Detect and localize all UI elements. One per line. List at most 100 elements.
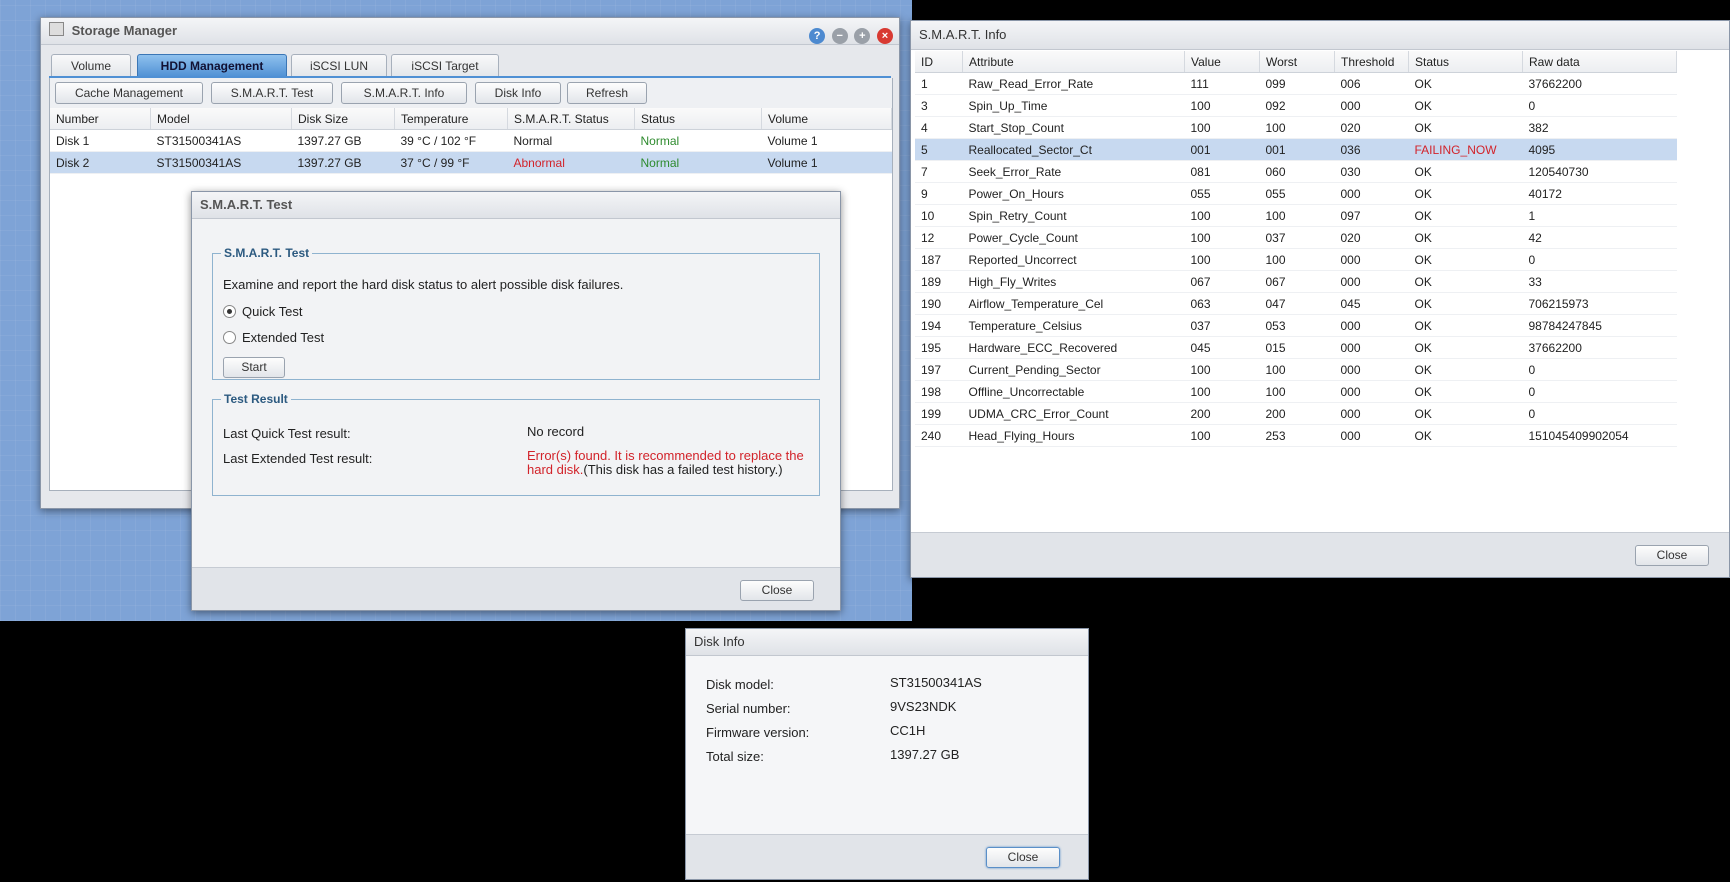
table-row[interactable]: 198 Offline_Uncorrectable 100 100 000 OK 0 bbox=[915, 380, 1677, 403]
table-row[interactable]: 5 Reallocated_Sector_Ct 001 001 036 FAILING_N… bbox=[915, 138, 1677, 161]
column-model[interactable]: Model bbox=[150, 108, 292, 130]
cell-raw-data: 42 bbox=[1522, 226, 1677, 249]
column-id[interactable]: ID bbox=[915, 51, 963, 73]
column-volume[interactable]: Volume bbox=[761, 108, 892, 130]
column-number[interactable]: Number bbox=[50, 108, 151, 130]
maximize-icon[interactable]: + bbox=[854, 28, 871, 44]
cell-threshold: 000 bbox=[1334, 358, 1409, 381]
table-row[interactable]: 3 Spin_Up_Time 100 092 000 OK 0 bbox=[915, 94, 1677, 117]
cell-number: Disk 2 bbox=[50, 151, 151, 174]
cell-threshold: 000 bbox=[1334, 424, 1409, 447]
cell-raw-data: 0 bbox=[1522, 402, 1677, 425]
cell-worst: 100 bbox=[1259, 248, 1335, 271]
disk-info-button[interactable]: Disk Info bbox=[475, 82, 561, 104]
cell-worst: 060 bbox=[1259, 160, 1335, 183]
table-row[interactable]: 9 Power_On_Hours 055 055 000 OK 40172 bbox=[915, 182, 1677, 205]
table-row[interactable]: 1 Raw_Read_Error_Rate 111 099 006 OK 37662200 bbox=[915, 72, 1677, 95]
cell-smart-status: Normal bbox=[507, 129, 635, 152]
table-row[interactable]: 197 Current_Pending_Sector 100 100 000 OK 0 bbox=[915, 358, 1677, 381]
tab-iscsi-lun[interactable]: iSCSI LUN bbox=[291, 54, 387, 77]
table-row[interactable]: 12 Power_Cycle_Count 100 037 020 OK 42 bbox=[915, 226, 1677, 249]
tab-iscsi-target[interactable]: iSCSI Target bbox=[391, 54, 499, 77]
column-disk-size[interactable]: Disk Size bbox=[291, 108, 395, 130]
cell-worst: 253 bbox=[1259, 424, 1335, 447]
cell-id: 194 bbox=[915, 314, 963, 337]
cell-status: OK bbox=[1408, 182, 1523, 205]
smart-test-button[interactable]: S.M.A.R.T. Test bbox=[211, 82, 333, 104]
table-row[interactable]: 190 Airflow_Temperature_Cel 063 047 045 OK 706… bbox=[915, 292, 1677, 315]
cell-id: 190 bbox=[915, 292, 963, 315]
cell-id: 1 bbox=[915, 72, 963, 95]
cell-raw-data: 1 bbox=[1522, 204, 1677, 227]
cell-worst: 100 bbox=[1259, 380, 1335, 403]
column-smart-status[interactable]: S.M.A.R.T. Status bbox=[507, 108, 635, 130]
cell-threshold: 000 bbox=[1334, 94, 1409, 117]
quick-test-option[interactable]: Quick Test bbox=[223, 304, 302, 319]
cell-status: OK bbox=[1408, 358, 1523, 381]
close-button[interactable]: Close bbox=[740, 580, 814, 601]
column-raw-data[interactable]: Raw data bbox=[1522, 51, 1677, 73]
smart-test-titlebar[interactable]: S.M.A.R.T. Test bbox=[192, 192, 840, 219]
cell-attribute: Power_Cycle_Count bbox=[962, 226, 1185, 249]
start-button[interactable]: Start bbox=[223, 357, 285, 378]
serial-number-value: 9VS23NDK bbox=[890, 699, 957, 714]
cell-temperature: 37 °C / 99 °F bbox=[394, 151, 508, 174]
table-row[interactable]: 189 High_Fly_Writes 067 067 000 OK 33 bbox=[915, 270, 1677, 293]
cell-id: 10 bbox=[915, 204, 963, 227]
minimize-icon[interactable]: − bbox=[831, 28, 848, 44]
close-button[interactable]: Close bbox=[986, 847, 1060, 868]
tab-hdd-management[interactable]: HDD Management bbox=[137, 54, 287, 77]
smart-info-titlebar[interactable]: S.M.A.R.T. Info bbox=[911, 21, 1729, 50]
cell-value: 100 bbox=[1184, 424, 1260, 447]
total-size-value: 1397.27 GB bbox=[890, 747, 960, 762]
cell-worst: 001 bbox=[1259, 138, 1335, 161]
disk-info-titlebar[interactable]: Disk Info bbox=[686, 629, 1088, 656]
cell-status: OK bbox=[1408, 380, 1523, 403]
quick-test-label: Quick Test bbox=[242, 304, 303, 319]
close-icon[interactable]: × bbox=[877, 28, 893, 44]
result-title: Test Result bbox=[224, 392, 288, 406]
tab-volume[interactable]: Volume bbox=[51, 54, 131, 77]
cell-value: 100 bbox=[1184, 94, 1260, 117]
cell-threshold: 000 bbox=[1334, 380, 1409, 403]
column-status[interactable]: Status bbox=[1408, 51, 1523, 73]
cell-id: 12 bbox=[915, 226, 963, 249]
cell-status: OK bbox=[1408, 94, 1523, 117]
cell-attribute: Spin_Retry_Count bbox=[962, 204, 1185, 227]
table-row[interactable]: 199 UDMA_CRC_Error_Count 200 200 000 OK 0 bbox=[915, 402, 1677, 425]
refresh-button[interactable]: Refresh bbox=[567, 82, 647, 104]
table-row[interactable]: 195 Hardware_ECC_Recovered 045 015 000 OK 3766… bbox=[915, 336, 1677, 359]
smart-info-button[interactable]: S.M.A.R.T. Info bbox=[341, 82, 467, 104]
column-attribute[interactable]: Attribute bbox=[962, 51, 1185, 73]
cell-worst: 092 bbox=[1259, 94, 1335, 117]
table-row[interactable]: 240 Head_Flying_Hours 100 253 000 OK 151045409… bbox=[915, 424, 1677, 447]
table-row[interactable]: 187 Reported_Uncorrect 100 100 000 OK 0 bbox=[915, 248, 1677, 271]
cell-threshold: 045 bbox=[1334, 292, 1409, 315]
section-title: S.M.A.R.T. Test bbox=[224, 246, 310, 260]
cell-size: 1397.27 GB bbox=[291, 151, 395, 174]
quick-test-radio[interactable] bbox=[223, 305, 236, 318]
cell-id: 187 bbox=[915, 248, 963, 271]
table-row[interactable]: 7 Seek_Error_Rate 081 060 030 OK 120540730 bbox=[915, 160, 1677, 183]
help-icon[interactable]: ? bbox=[809, 28, 826, 44]
smart-info-table: ID Attribute Value Worst Threshold Statu… bbox=[915, 51, 1677, 447]
column-status[interactable]: Status bbox=[634, 108, 762, 130]
column-worst[interactable]: Worst bbox=[1259, 51, 1335, 73]
table-row[interactable]: Disk 2 ST31500341AS 1397.27 GB 37 °C / 9… bbox=[50, 151, 892, 174]
cell-status: OK bbox=[1408, 336, 1523, 359]
table-row[interactable]: Disk 1 ST31500341AS 1397.27 GB 39 °C / 1… bbox=[50, 129, 892, 152]
extended-test-radio[interactable] bbox=[223, 331, 236, 344]
storage-manager-titlebar[interactable]: Storage Manager ? − + × bbox=[41, 18, 899, 45]
table-row[interactable]: 194 Temperature_Celsius 037 053 000 OK 9878424… bbox=[915, 314, 1677, 337]
cell-worst: 100 bbox=[1259, 358, 1335, 381]
cell-status: OK bbox=[1408, 160, 1523, 183]
close-button[interactable]: Close bbox=[1635, 545, 1709, 566]
column-temperature[interactable]: Temperature bbox=[394, 108, 508, 130]
table-row[interactable]: 4 Start_Stop_Count 100 100 020 OK 382 bbox=[915, 116, 1677, 139]
cache-management-button[interactable]: Cache Management bbox=[55, 82, 203, 104]
column-threshold[interactable]: Threshold bbox=[1334, 51, 1409, 73]
column-value[interactable]: Value bbox=[1184, 51, 1260, 73]
table-row[interactable]: 10 Spin_Retry_Count 100 100 097 OK 1 bbox=[915, 204, 1677, 227]
extended-test-option[interactable]: Extended Test bbox=[223, 330, 324, 345]
cell-value: 067 bbox=[1184, 270, 1260, 293]
